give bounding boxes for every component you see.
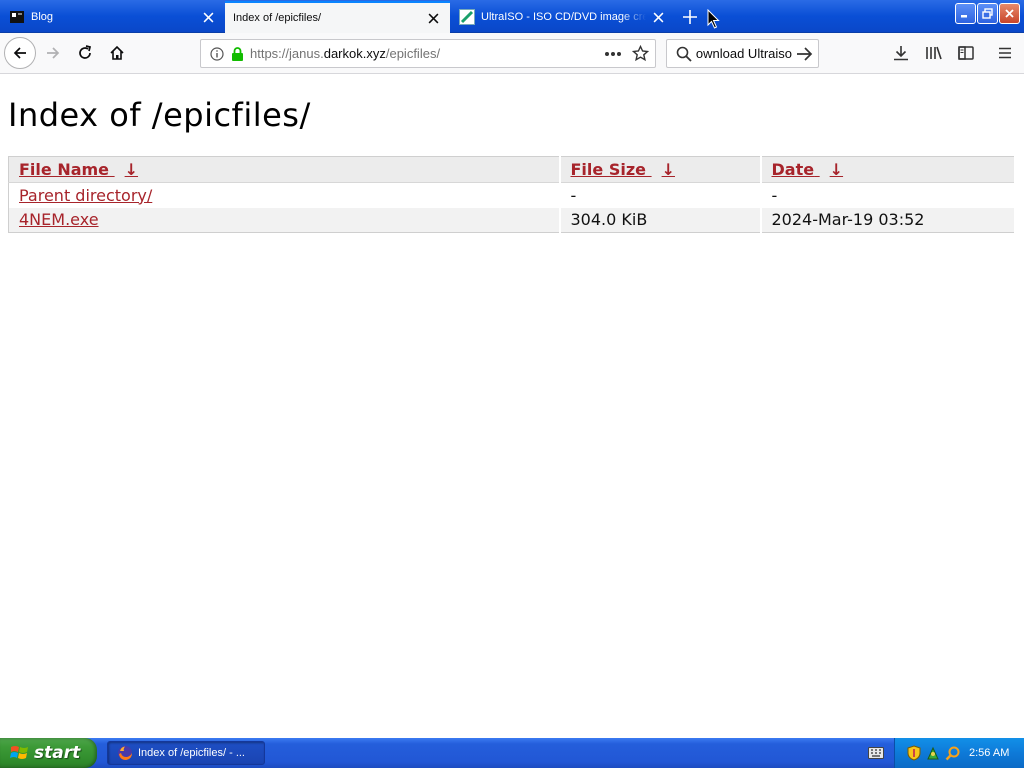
url-text[interactable]: https://janus.darkok.xyz/epicfiles/ (250, 46, 604, 61)
taskbar-item-firefox[interactable]: Index of /epicfiles/ - ... (107, 741, 265, 765)
page-title: Index of /epicfiles/ (8, 96, 311, 134)
file-size-cell: 304.0 KiB (559, 207, 762, 233)
tab-strip: Blog Index of /epicfiles/ UltraISO - ISO… (0, 0, 1024, 33)
reload-icon (79, 45, 92, 59)
blog-favicon-icon (9, 9, 25, 25)
forward-arrow-icon (47, 47, 60, 59)
library-button[interactable] (918, 37, 950, 69)
file-link[interactable]: 4NEM.exe (19, 210, 99, 229)
download-icon (894, 46, 908, 61)
url-bar[interactable]: https://janus.darkok.xyz/epicfiles/ (200, 39, 656, 68)
search-go-arrow-icon[interactable] (796, 46, 813, 61)
library-icon (926, 46, 942, 60)
search-tray-icon[interactable] (945, 745, 961, 761)
date-cell: - (760, 182, 1016, 208)
home-icon (110, 45, 124, 60)
header-label: File Size (570, 160, 647, 179)
bookmark-star-icon[interactable] (632, 45, 649, 62)
sidebar-toggle-button[interactable] (950, 37, 982, 69)
tab-title: Blog (31, 11, 54, 23)
sort-date-link[interactable]: Date ↓ (772, 160, 844, 179)
network-icon[interactable] (925, 745, 941, 761)
firefox-icon (118, 746, 132, 760)
start-label: start (34, 743, 81, 763)
security-shield-icon[interactable] (907, 745, 921, 761)
tab-ultraiso[interactable]: UltraISO - ISO CD/DVD image crea (450, 1, 675, 33)
forward-button[interactable] (37, 37, 69, 69)
restore-icon (982, 8, 993, 19)
tab-close-icon[interactable] (421, 6, 445, 30)
table-header-row: File Name ↓ File Size ↓ Date ↓ (8, 156, 1016, 183)
plus-icon (683, 10, 697, 24)
tab-title: Index of /epicfiles/ (233, 12, 322, 24)
url-path: /epicfiles/ (385, 46, 441, 61)
sort-arrow-icon: ↓ (829, 160, 844, 179)
tab-blog[interactable]: Blog (0, 1, 225, 33)
windows-logo-icon (10, 746, 28, 759)
page-actions-ellipsis-icon[interactable] (604, 51, 622, 57)
tab-index-epicfiles[interactable]: Index of /epicfiles/ (225, 1, 450, 33)
page-content: Index of /epicfiles/ File Name ↓ File Si… (0, 74, 1024, 738)
file-size-cell: - (559, 182, 762, 208)
sidebar-icon (958, 46, 974, 60)
date-cell: 2024-Mar-19 03:52 (760, 207, 1016, 233)
header-file-size[interactable]: File Size ↓ (559, 156, 762, 183)
close-icon (1005, 9, 1014, 18)
taskbar-item-label: Index of /epicfiles/ - ... (138, 747, 245, 759)
downloads-button[interactable] (885, 37, 917, 69)
minimize-icon (961, 15, 967, 18)
search-bar[interactable]: download Ultraiso (666, 39, 819, 68)
file-name-cell: Parent directory/ (8, 182, 561, 208)
reload-button[interactable] (69, 37, 101, 69)
header-date[interactable]: Date ↓ (760, 156, 1016, 183)
close-window-button[interactable] (999, 3, 1020, 24)
file-name-cell: 4NEM.exe (8, 207, 561, 233)
back-button[interactable] (4, 37, 36, 69)
sort-file-name-link[interactable]: File Name ↓ (19, 160, 138, 179)
keyboard-icon[interactable] (868, 747, 884, 759)
table-row: 4NEM.exe 304.0 KiB 2024-Mar-19 03:52 (8, 207, 1016, 233)
lock-icon[interactable] (231, 46, 244, 61)
minimize-button[interactable] (955, 3, 976, 24)
sort-arrow-icon: ↓ (124, 160, 139, 179)
system-tray: 2:56 AM (894, 738, 1024, 768)
navigation-toolbar: https://janus.darkok.xyz/epicfiles/ down… (0, 33, 1024, 74)
url-domain: darkok.xyz (323, 46, 386, 61)
header-label: File Name (19, 160, 110, 179)
header-file-name[interactable]: File Name ↓ (8, 156, 561, 183)
taskbar: start Index of /epicfiles/ - ... 2:56 AM (0, 738, 1024, 768)
search-input[interactable]: download Ultraiso (696, 46, 792, 61)
header-label: Date (771, 160, 815, 179)
restore-button[interactable] (977, 3, 998, 24)
clock[interactable]: 2:56 AM (969, 747, 1009, 759)
hamburger-menu-icon (999, 47, 1011, 59)
back-arrow-icon (13, 47, 26, 59)
info-icon[interactable] (210, 46, 224, 61)
sort-file-size-link[interactable]: File Size ↓ (571, 160, 675, 179)
sort-arrow-icon: ↓ (661, 160, 675, 179)
tab-title: UltraISO - ISO CD/DVD image crea (481, 11, 646, 23)
menu-button[interactable] (989, 37, 1021, 69)
ultraiso-favicon-icon (459, 9, 475, 25)
tab-close-icon[interactable] (196, 5, 220, 29)
home-button[interactable] (101, 37, 133, 69)
table-row: Parent directory/ - - (8, 182, 1016, 208)
tab-close-icon[interactable] (646, 5, 670, 29)
mouse-cursor-icon (707, 9, 720, 29)
file-listing-table: File Name ↓ File Size ↓ Date ↓ Parent di… (8, 156, 1016, 233)
search-icon (676, 46, 692, 62)
start-button[interactable]: start (0, 738, 97, 768)
url-scheme: https://janus. (250, 46, 324, 61)
parent-directory-link[interactable]: Parent directory/ (19, 186, 152, 205)
new-tab-button[interactable] (678, 5, 702, 29)
